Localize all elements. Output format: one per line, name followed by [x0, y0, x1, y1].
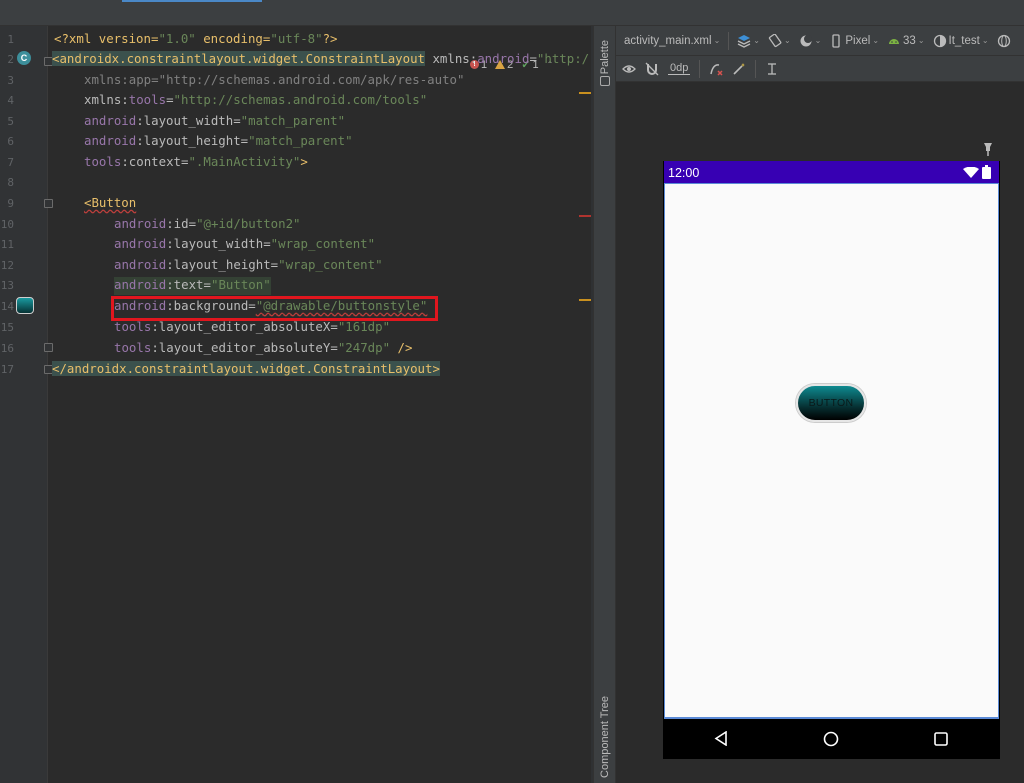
warning-marker[interactable]	[579, 299, 591, 301]
code-line[interactable]: android:text="Button"	[114, 277, 271, 295]
device-status-bar: 12:00	[664, 161, 999, 183]
line-number: 16	[0, 342, 14, 355]
line-number: 17	[0, 363, 14, 376]
rotate-device-icon	[768, 33, 782, 47]
component-tree-tab[interactable]: Component Tree	[599, 696, 611, 778]
drawable-preview-icon[interactable]	[16, 297, 34, 314]
line-number: 15	[0, 321, 14, 334]
line-number: 1	[7, 33, 14, 46]
magic-wand-icon[interactable]	[732, 62, 746, 76]
orientation-button[interactable]: ⌄	[768, 33, 791, 48]
line-number: 6	[7, 135, 14, 148]
layers-button[interactable]: ⌄	[737, 34, 760, 48]
code-line[interactable]: android:layout_width="match_parent"	[84, 113, 345, 131]
theme-selector[interactable]: It_test ⌄	[933, 34, 989, 48]
file-selector[interactable]: activity_main.xml ⌄	[624, 35, 720, 47]
theme-icon	[933, 34, 946, 47]
default-margin-field[interactable]: 0dp	[668, 62, 691, 75]
error-marker[interactable]	[579, 215, 591, 217]
home-icon[interactable]	[823, 731, 839, 747]
warning-marker[interactable]	[579, 92, 591, 94]
class-badge-letter: C	[20, 53, 28, 63]
line-number: 10	[0, 218, 14, 231]
code-line[interactable]: <androidx.constraintlayout.widget.Constr…	[52, 51, 589, 69]
eye-icon[interactable]	[622, 62, 636, 76]
night-mode-icon	[800, 34, 812, 46]
code-line[interactable]: xmlns:tools="http://schemas.android.com/…	[84, 92, 427, 110]
recents-icon[interactable]	[934, 732, 948, 746]
line-number: 7	[7, 156, 14, 169]
api-level-selector[interactable]: 33 ⌄	[887, 34, 925, 48]
fold-marker-icon[interactable]	[44, 343, 53, 352]
line-number: 3	[7, 74, 14, 87]
palette-tab[interactable]: Palette	[599, 40, 611, 74]
guidelines-icon[interactable]	[765, 62, 779, 76]
locale-selector[interactable]	[997, 34, 1011, 48]
design-secondary-toolbar: 0dp	[616, 56, 1024, 82]
code-line[interactable]: android:layout_height="wrap_content"	[114, 257, 383, 275]
line-number: 11	[0, 238, 14, 251]
code-line[interactable]: android:layout_height="match_parent"	[84, 133, 353, 151]
code-line[interactable]: tools:context=".MainActivity">	[84, 154, 308, 172]
code-line[interactable]: xmlns:app="http://schemas.android.com/ap…	[84, 72, 464, 90]
code-line[interactable]: </androidx.constraintlayout.widget.Const…	[52, 361, 440, 379]
device-screen[interactable]: BUTTON	[664, 183, 999, 718]
layout-design-surface: activity_main.xml ⌄ ⌄ ⌄ ⌄ Pixel ⌄ 33 ⌄ It_t…	[616, 26, 1024, 783]
line-number: 14	[0, 300, 14, 313]
night-mode-button[interactable]: ⌄	[799, 34, 821, 48]
device-preview: 12:00 BUTTON	[663, 161, 1000, 759]
globe-icon	[997, 34, 1010, 47]
code-line[interactable]: tools:layout_editor_absoluteX="161dp"	[114, 319, 390, 337]
line-number: 8	[7, 176, 14, 189]
class-gutter-icon[interactable]: C	[17, 51, 31, 65]
top-tab-strip	[0, 0, 1024, 26]
line-number: 12	[0, 259, 14, 272]
magnet-off-icon[interactable]	[645, 62, 659, 76]
preview-button[interactable]: BUTTON	[796, 384, 866, 422]
side-tool-strip: Palette Component Tree	[593, 26, 616, 783]
pin-icon[interactable]	[983, 142, 993, 156]
device-selector[interactable]: Pixel ⌄	[829, 33, 879, 48]
fold-marker-icon[interactable]	[44, 199, 53, 208]
line-number: 5	[7, 115, 14, 128]
status-time: 12:00	[668, 166, 700, 180]
code-line[interactable]: android:id="@+id/button2"	[114, 216, 301, 234]
xml-code-editor[interactable]: C ! 1 2 ✓ 1 ⌃ <?xml version="1.0" encoding…	[0, 26, 593, 783]
palette-icon[interactable]	[600, 76, 610, 86]
back-icon[interactable]	[714, 731, 728, 746]
android-icon	[889, 38, 900, 44]
layers-icon	[737, 34, 751, 48]
line-number: 13	[0, 279, 14, 292]
wifi-icon	[963, 167, 979, 178]
line-number: 9	[7, 197, 14, 210]
code-line[interactable]: <?xml version="1.0" encoding="utf-8"?>	[54, 31, 338, 49]
line-number: 4	[7, 94, 14, 107]
code-line[interactable]: android:layout_width="wrap_content"	[114, 236, 375, 254]
code-line[interactable]: tools:layout_editor_absoluteY="247dp" />	[114, 340, 412, 358]
phone-icon	[832, 33, 841, 48]
code-line[interactable]: android:background="@drawable/buttonstyl…	[114, 298, 427, 316]
clear-constraints-icon[interactable]	[709, 62, 723, 76]
battery-icon	[982, 165, 991, 179]
design-toolbar: activity_main.xml ⌄ ⌄ ⌄ ⌄ Pixel ⌄ 33 ⌄ It_t…	[616, 26, 1024, 56]
code-line[interactable]: <Button	[84, 195, 136, 213]
device-nav-bar	[664, 718, 999, 758]
active-tab-indicator	[122, 0, 262, 2]
line-number: 2	[7, 53, 14, 66]
